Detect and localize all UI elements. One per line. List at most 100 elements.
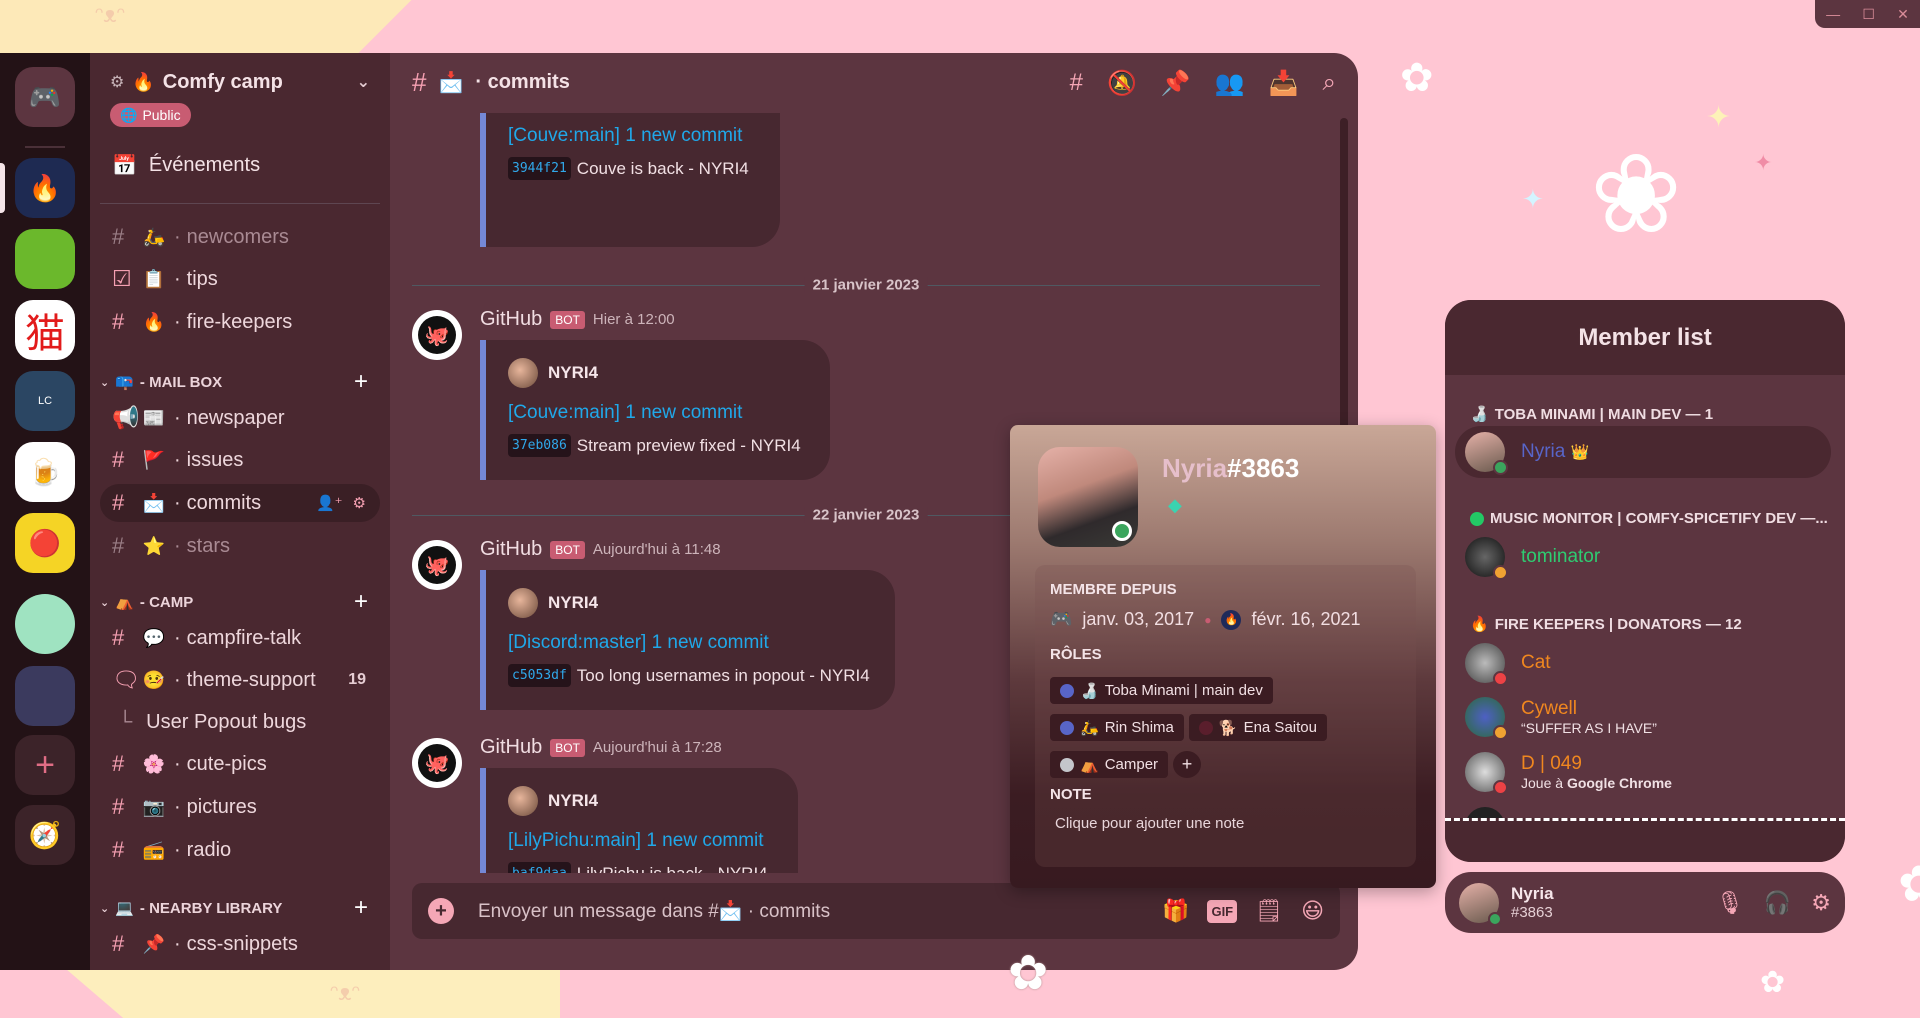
lily-decoration: ❀ <box>1590 133 1683 256</box>
explore-button[interactable]: 🧭 <box>15 805 75 865</box>
role-pill[interactable]: 🍶 Toba Minami | main dev <box>1050 677 1273 704</box>
home-button[interactable]: 🎮 <box>15 67 75 127</box>
note-input[interactable]: Clique pour ajouter une note <box>1055 815 1244 832</box>
events-link[interactable]: 📅 Événements <box>112 153 260 178</box>
add-server-button[interactable]: + <box>15 735 75 795</box>
gif-button[interactable]: GIF <box>1207 899 1238 923</box>
mute-bell-icon[interactable]: 🔕 <box>1107 69 1137 98</box>
member-item[interactable]: D | 049 Joue à Google Chrome <box>1455 746 1831 798</box>
channel-name: fire-keepers <box>186 310 293 333</box>
emoji-button[interactable]: 😃 <box>1301 898 1324 924</box>
thread-user-popout-bugs[interactable]: └ User Popout bugs <box>118 704 306 740</box>
channel-css-snippets[interactable]: # 📌 · css-snippets <box>100 925 380 963</box>
green-circle-icon <box>1470 511 1484 526</box>
channel-cute-pics[interactable]: # 🌸 · cute-pics <box>100 745 380 783</box>
channel-tips[interactable]: ☑ 📋 · tips <box>100 260 380 298</box>
embed-author: NYRI4 <box>508 358 830 388</box>
gear-icon[interactable]: ⚙ <box>1811 890 1831 916</box>
commit-sha[interactable]: baf9daa <box>508 862 571 873</box>
channel-campfire-talk[interactable]: # 💬 · campfire-talk <box>100 619 380 657</box>
author-name[interactable]: GitHub <box>480 736 542 759</box>
server-header[interactable]: ⚙ 🔥 Comfy camp ⌄ <box>110 67 370 97</box>
member-item[interactable]: tominator <box>1455 531 1831 583</box>
channel-stars[interactable]: # ⭐ · stars <box>100 527 380 565</box>
member-info: D | 049 Joue à Google Chrome <box>1521 753 1672 791</box>
channel-fire-keepers[interactable]: # 🔥 · fire-keepers <box>100 303 380 341</box>
server-folder[interactable]: LC <box>15 371 75 431</box>
popout-avatar[interactable] <box>1038 447 1138 547</box>
role-pill[interactable]: 🐕 Ena Saitou <box>1188 714 1327 741</box>
server-icon[interactable]: 🍺 <box>15 442 75 502</box>
add-channel-button[interactable]: + <box>354 894 368 922</box>
message-header: GitHub BOT Aujourd'hui à 11:48 <box>480 538 721 561</box>
channel-newcomers[interactable]: # 🛵 · newcomers <box>100 218 380 256</box>
author-name[interactable]: GitHub <box>480 538 542 561</box>
threads-icon[interactable]: # <box>1070 69 1083 98</box>
channel-commits[interactable]: # 📩 · commits 👤⁺ ⚙ <box>100 484 380 522</box>
github-avatar[interactable]: 🐙 <box>412 738 462 788</box>
category-camp[interactable]: ⌄ ⛺ - CAMP + <box>100 588 380 616</box>
separator-dot: · <box>174 267 181 290</box>
commit-sha[interactable]: 3944f21 <box>508 157 571 180</box>
role-name: Ena Saitou <box>1243 719 1317 736</box>
invite-icon[interactable]: 👤⁺ <box>316 494 343 512</box>
close-button[interactable]: ✕ <box>1897 6 1909 23</box>
members-icon[interactable]: 👥 <box>1215 69 1245 98</box>
pin-icon[interactable]: 📌 <box>1161 69 1191 98</box>
server-icon[interactable]: 🔴 <box>15 513 75 573</box>
gear-icon[interactable]: ⚙ <box>353 494 366 512</box>
channel-emoji: 📰 <box>142 407 166 428</box>
separator-dot: · <box>174 448 181 471</box>
role-pill[interactable]: 🛵 Rin Shima <box>1050 714 1184 741</box>
commit-sha[interactable]: 37eb086 <box>508 434 571 457</box>
member-scroll[interactable]: 🍶 TOBA MINAMI | MAIN DEV — 1 Nyria 👑 MUSI… <box>1445 375 1845 820</box>
role-pill[interactable]: ⛺ Camper <box>1050 751 1169 778</box>
channel-pictures[interactable]: # 📷 · pictures <box>100 788 380 826</box>
channel-emoji: 🛵 <box>142 226 166 247</box>
channel-newspaper[interactable]: 📢 📰 · newspaper <box>100 399 380 437</box>
channel-radio[interactable]: # 📻 · radio <box>100 831 380 869</box>
commit-sha[interactable]: c5053df <box>508 664 571 687</box>
embed: NYRI4 [Discord:master] 1 new commit c505… <box>480 570 895 710</box>
upload-button[interactable]: + <box>428 898 454 924</box>
category-nearby-library[interactable]: ⌄ 💻 - NEARBY LIBRARY + <box>100 894 380 922</box>
avatar[interactable] <box>1459 882 1502 926</box>
hash-icon: # <box>112 931 125 956</box>
github-avatar[interactable]: 🐙 <box>412 540 462 590</box>
embed-title-link[interactable]: [Couve:main] 1 new commit <box>508 125 780 147</box>
inbox-icon[interactable]: 📥 <box>1269 69 1299 98</box>
channel-issues[interactable]: # 🚩 · issues <box>100 441 380 479</box>
gift-icon[interactable]: 🎁 <box>1162 898 1189 924</box>
server-icon[interactable]: 猫 <box>15 300 75 360</box>
maximize-button[interactable]: ☐ <box>1862 6 1875 23</box>
server-folder[interactable] <box>15 666 75 726</box>
window-controls: — ☐ ✕ <box>1815 0 1920 28</box>
github-avatar[interactable]: 🐙 <box>412 310 462 360</box>
member-item[interactable]: Cywell “SUFFER AS I HAVE” <box>1455 691 1831 743</box>
server-icon[interactable] <box>15 594 75 654</box>
headphones-icon[interactable]: 🎧 <box>1764 890 1791 916</box>
minimize-button[interactable]: — <box>1826 6 1840 22</box>
embed-title-link[interactable]: [Couve:main] 1 new commit <box>508 402 830 424</box>
add-channel-button[interactable]: + <box>354 368 368 396</box>
embed-title-link[interactable]: [LilyPichu:main] 1 new commit <box>508 830 798 852</box>
category-mail-box[interactable]: ⌄ 📪 - MAIL BOX + <box>100 368 380 396</box>
message-input[interactable]: Envoyer un message dans #📩 · commits <box>478 899 830 923</box>
embed-title-link[interactable]: [Discord:master] 1 new commit <box>508 632 895 654</box>
member-item[interactable]: Cat <box>1455 637 1831 689</box>
server-comfy-camp[interactable]: 🔥 <box>15 158 75 218</box>
sticker-icon[interactable]: 🗒 <box>1255 898 1283 924</box>
add-role-button[interactable]: + <box>1173 751 1202 778</box>
user-info[interactable]: Nyria #3863 <box>1511 884 1554 921</box>
hypesquad-badge-icon[interactable]: ◆ <box>1168 495 1182 516</box>
member-item[interactable]: Nyria 👑 <box>1455 426 1831 478</box>
member-name-text: Nyria <box>1521 441 1566 462</box>
microphone-icon[interactable]: 🎙 <box>1716 890 1744 916</box>
search-icon[interactable]: ⌕ <box>1323 69 1336 98</box>
message-composer[interactable]: + Envoyer un message dans #📩 · commits 🎁… <box>412 883 1340 939</box>
author-name[interactable]: GitHub <box>480 308 542 331</box>
add-channel-button[interactable]: + <box>354 588 368 616</box>
server-icon[interactable] <box>15 229 75 289</box>
avatar <box>1465 697 1508 740</box>
channel-theme-support[interactable]: 🗨 🤒 · theme-support 19 <box>100 661 380 699</box>
